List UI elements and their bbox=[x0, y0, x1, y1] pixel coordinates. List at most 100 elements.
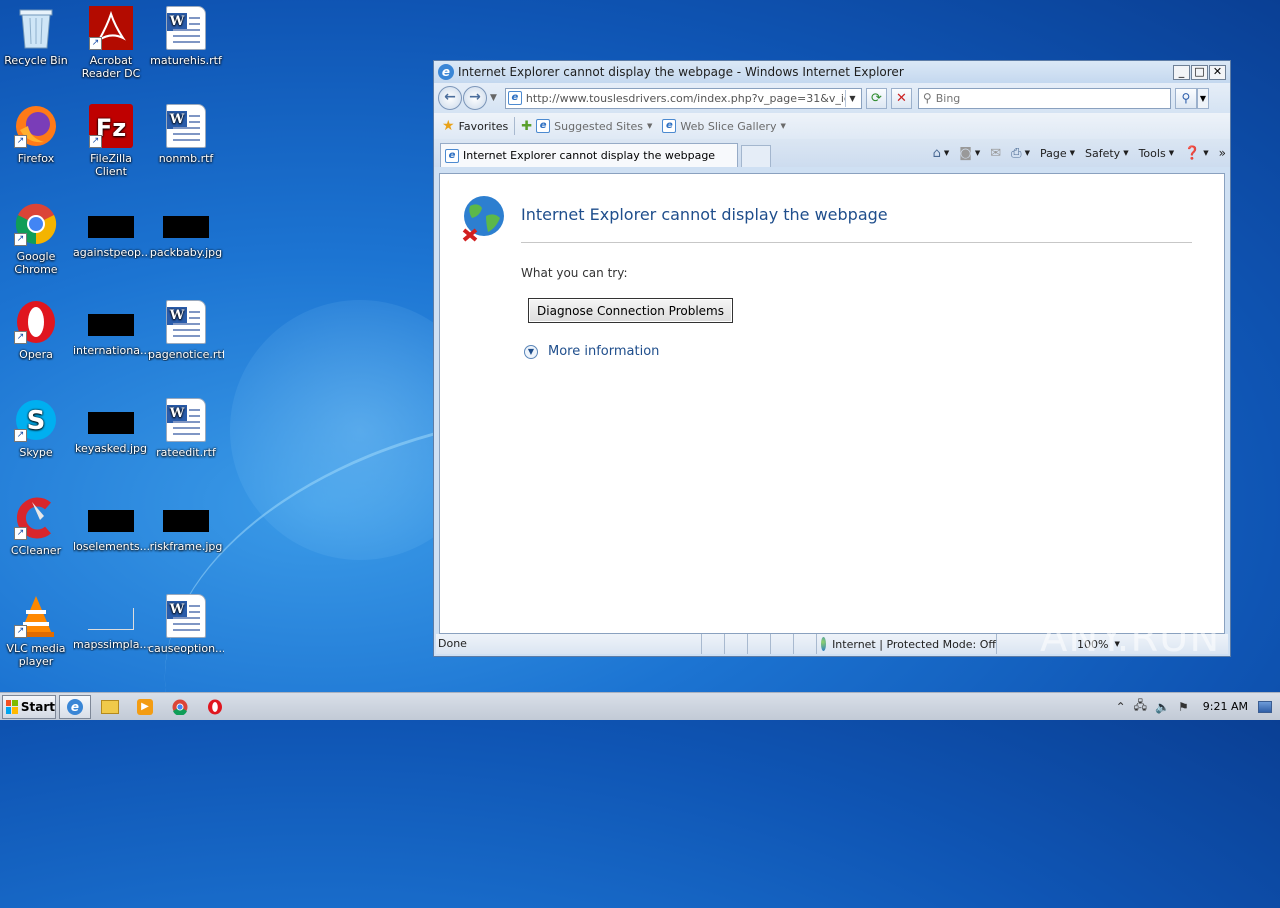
stop-button[interactable]: ✕ bbox=[890, 87, 912, 109]
mail-icon: ✉ bbox=[990, 145, 1002, 161]
desktop-icon-skype[interactable]: S ↗ Skype bbox=[0, 398, 74, 459]
network-icon[interactable]: 🖧 bbox=[1134, 696, 1147, 717]
desktop-icon-recycle-bin[interactable]: Recycle Bin bbox=[0, 6, 74, 67]
desktop-icon-loselements[interactable]: loselements.... bbox=[73, 496, 149, 553]
search-input[interactable] bbox=[935, 91, 1166, 105]
print-button[interactable]: ⎙ ▼ bbox=[1011, 146, 1030, 161]
desktop-icon-ccleaner[interactable]: ↗ CCleaner bbox=[0, 496, 74, 557]
shortcut-arrow-icon: ↗ bbox=[14, 527, 27, 540]
printer-icon: ⎙ bbox=[1011, 145, 1022, 161]
taskbar-opera[interactable] bbox=[199, 695, 231, 719]
desktop-icon-acrobat[interactable]: ↗ Acrobat Reader DC bbox=[73, 6, 149, 80]
tab-current[interactable]: e Internet Explorer cannot display the w… bbox=[440, 143, 738, 167]
desktop-icon-filezilla[interactable]: Fz ↗ FileZilla Client bbox=[73, 104, 149, 178]
vlc-icon: ↗ bbox=[14, 594, 58, 638]
desktop-icon-mapssimpla[interactable]: mapssimpla.... bbox=[73, 594, 149, 651]
chrome-icon bbox=[172, 699, 188, 715]
action-center-flag-icon[interactable]: ⚑ bbox=[1178, 700, 1189, 714]
address-input[interactable] bbox=[525, 91, 845, 105]
desktop-icon-rateedit[interactable]: W rateedit.rtf bbox=[148, 398, 224, 459]
image-thumbnail-icon bbox=[88, 412, 134, 434]
taskbar-explorer[interactable] bbox=[94, 695, 126, 719]
chevron-down-icon: ▼ bbox=[943, 149, 950, 157]
tab-title: Internet Explorer cannot display the web… bbox=[463, 149, 716, 162]
read-mail-button[interactable]: ✉ bbox=[990, 146, 1001, 161]
web-slice-gallery-label: Web Slice Gallery bbox=[680, 119, 777, 133]
show-hidden-icons-button[interactable]: ⌃ bbox=[1116, 700, 1126, 714]
desktop-icon-opera[interactable]: ↗ Opera bbox=[0, 300, 74, 361]
suggested-sites-button[interactable]: e Suggested Sites ▼ bbox=[536, 119, 652, 133]
desktop-icon-google-chrome[interactable]: ↗ Google Chrome bbox=[0, 202, 74, 276]
status-cell bbox=[771, 634, 794, 654]
suggested-sites-icon: e bbox=[536, 119, 551, 133]
taskbar-media-player[interactable]: ▶ bbox=[129, 695, 161, 719]
desktop-icon-againstpeop[interactable]: againstpeop... bbox=[73, 202, 149, 259]
taskbar-internet-explorer[interactable]: e bbox=[59, 694, 91, 719]
more-information-link[interactable]: ▼ More information bbox=[524, 344, 659, 359]
show-desktop-button[interactable] bbox=[1258, 700, 1272, 713]
svg-text:S: S bbox=[27, 406, 46, 436]
search-options-dropdown[interactable]: ▼ bbox=[1196, 87, 1209, 109]
filezilla-icon: Fz ↗ bbox=[89, 104, 133, 148]
desktop-icon-label: maturehis.rtf bbox=[150, 54, 222, 67]
taskbar-chrome[interactable] bbox=[164, 695, 196, 719]
desktop-icon-label: Google Chrome bbox=[14, 250, 58, 276]
forward-button[interactable]: → bbox=[463, 86, 487, 110]
heading-divider bbox=[521, 242, 1192, 243]
chevron-down-icon: ▼ bbox=[1168, 149, 1175, 157]
refresh-button[interactable]: ⟳ bbox=[865, 87, 887, 109]
security-zone-label: Internet | Protected Mode: Off bbox=[832, 637, 996, 651]
tools-menu-button[interactable]: Tools ▼ bbox=[1139, 147, 1175, 160]
desktop-icon-label: rateedit.rtf bbox=[156, 446, 216, 459]
desktop-icon-packbaby[interactable]: packbaby.jpg bbox=[148, 202, 224, 259]
maximize-button[interactable]: □ bbox=[1191, 64, 1208, 80]
diagnose-connection-button[interactable]: Diagnose Connection Problems bbox=[528, 298, 733, 323]
address-bar[interactable]: e ▼ bbox=[504, 87, 862, 109]
chevron-down-icon: ▼ bbox=[647, 122, 653, 130]
desktop-icon-maturehis[interactable]: W maturehis.rtf bbox=[148, 6, 224, 67]
page-menu-button[interactable]: Page ▼ bbox=[1040, 147, 1075, 160]
search-box[interactable]: ⚲ bbox=[917, 87, 1171, 109]
taskbar-clock[interactable]: 9:21 AM bbox=[1203, 700, 1248, 713]
desktop-icon-internationa[interactable]: internationa... bbox=[73, 300, 149, 357]
desktop-icon-nonmb[interactable]: W nonmb.rtf bbox=[148, 104, 224, 165]
start-button[interactable]: Start bbox=[2, 694, 56, 719]
web-slice-icon: e bbox=[662, 119, 677, 133]
ie-titlebar[interactable]: e Internet Explorer cannot display the w… bbox=[434, 61, 1230, 83]
desktop-icon-causeoption[interactable]: W causeoption.... bbox=[148, 594, 224, 655]
desktop-icon-pagenotice[interactable]: W pagenotice.rtf bbox=[148, 300, 224, 361]
desktop-icon-riskframe[interactable]: riskframe.jpg bbox=[148, 496, 224, 553]
desktop-icon-firefox[interactable]: ↗ Firefox bbox=[0, 104, 74, 165]
add-to-favorites-bar-icon[interactable]: ✚ bbox=[521, 119, 532, 134]
close-button[interactable]: ✕ bbox=[1209, 64, 1226, 80]
desktop-icon-label: CCleaner bbox=[10, 544, 62, 557]
favorites-button[interactable]: Favorites bbox=[459, 120, 509, 133]
desktop-icon-label: riskframe.jpg bbox=[149, 540, 223, 553]
safety-menu-button[interactable]: Safety ▼ bbox=[1085, 147, 1129, 160]
system-tray: ⌃ 🖧 🔈 ⚑ 9:21 AM bbox=[1108, 693, 1280, 720]
globe-error-icon bbox=[462, 196, 504, 242]
acrobat-icon: ↗ bbox=[89, 6, 133, 50]
new-tab-button[interactable] bbox=[741, 145, 771, 167]
desktop-icon-label: Opera bbox=[19, 348, 53, 361]
word-doc-icon: W bbox=[164, 300, 208, 344]
more-commands-button[interactable]: » bbox=[1219, 146, 1226, 160]
feeds-button[interactable]: ◙ ▼ bbox=[959, 146, 980, 161]
volume-icon[interactable]: 🔈 bbox=[1155, 700, 1170, 714]
favorites-bar: ★ Favorites ✚ e Suggested Sites ▼ e Web … bbox=[434, 113, 1230, 139]
favorites-star-icon: ★ bbox=[442, 118, 455, 134]
recent-pages-dropdown[interactable]: ▼ bbox=[490, 93, 497, 103]
address-dropdown-button[interactable]: ▼ bbox=[844, 89, 859, 107]
word-doc-icon: W bbox=[164, 594, 208, 638]
security-zone[interactable]: Internet | Protected Mode: Off bbox=[817, 634, 997, 654]
status-cell bbox=[748, 634, 771, 654]
desktop-icon-vlc[interactable]: ↗ VLC media player bbox=[0, 594, 74, 668]
home-button[interactable]: ⌂ ▼ bbox=[933, 146, 950, 161]
help-button[interactable]: ❓ ▼ bbox=[1184, 146, 1209, 161]
search-go-button[interactable]: ⚲ bbox=[1174, 87, 1197, 109]
opera-icon bbox=[208, 699, 222, 714]
web-slice-gallery-button[interactable]: e Web Slice Gallery ▼ bbox=[662, 119, 786, 133]
desktop-icon-keyasked[interactable]: keyasked.jpg bbox=[73, 398, 149, 455]
minimize-button[interactable]: _ bbox=[1173, 64, 1190, 80]
back-button[interactable]: ← bbox=[438, 86, 462, 110]
